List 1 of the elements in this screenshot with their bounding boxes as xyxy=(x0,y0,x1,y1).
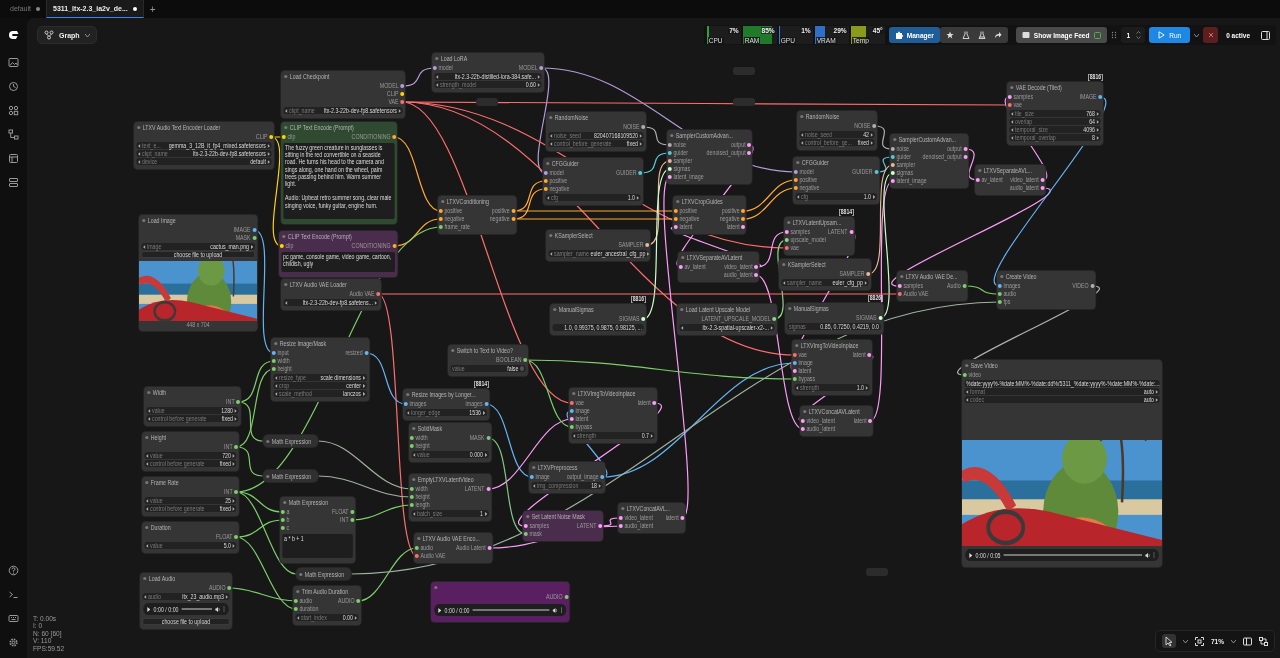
new-tab-button[interactable]: + xyxy=(143,0,162,18)
